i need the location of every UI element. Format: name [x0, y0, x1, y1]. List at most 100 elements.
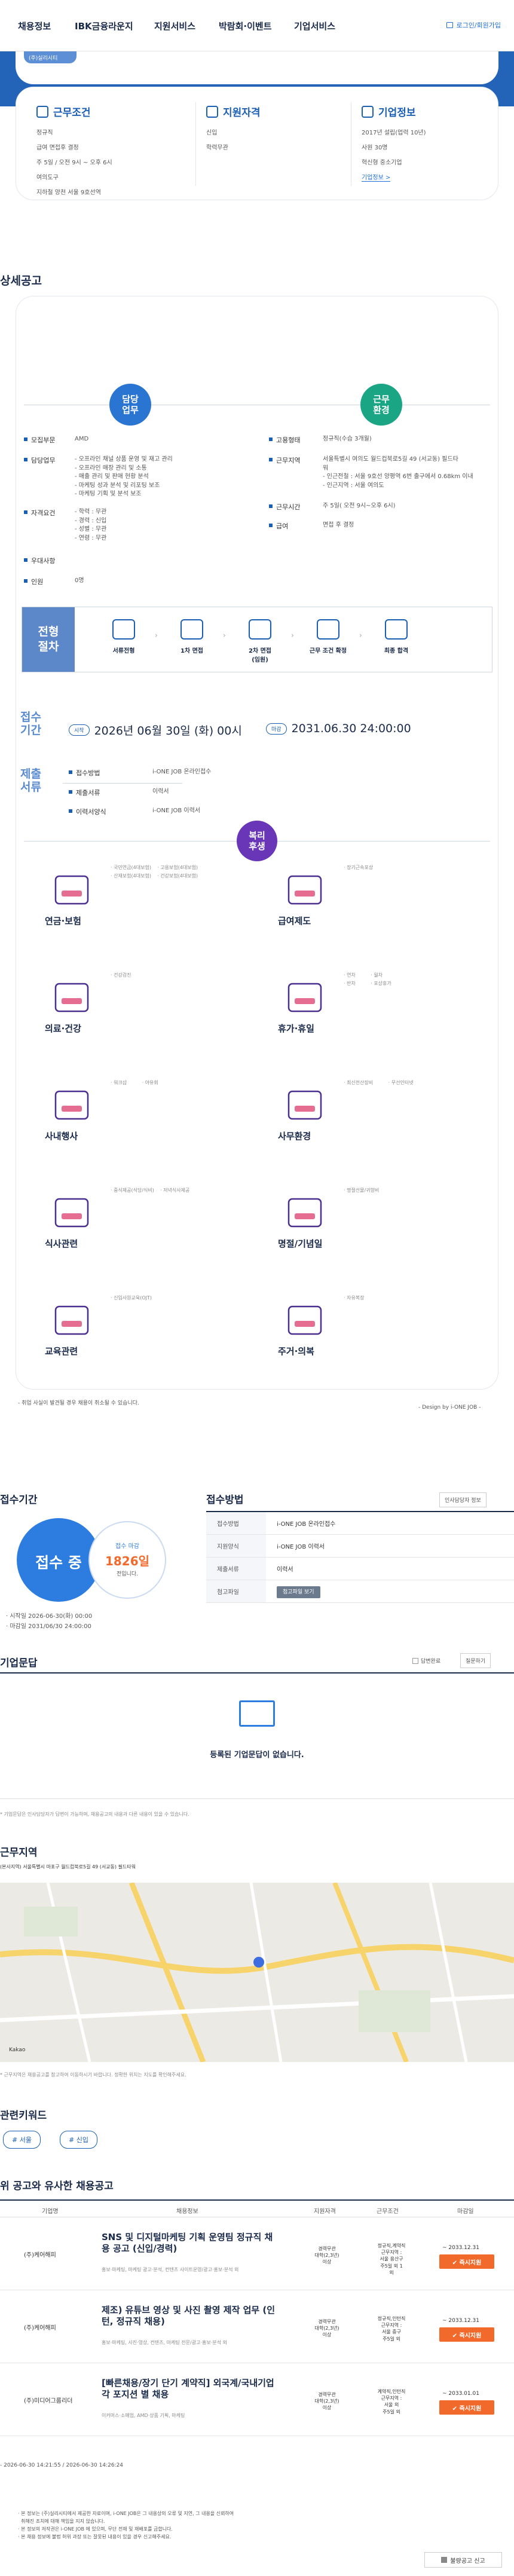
arrow-icon: › [155, 631, 158, 640]
method-row: 제출서류 이력서 [206, 1558, 514, 1580]
job-title[interactable]: SNS 및 디지털마케팅 기획 운영팀 정규직 채용 공고 (신입/경력) [102, 2232, 281, 2254]
value-type: 정규직(수습 3개월) [323, 436, 372, 442]
welfare-circle: 복리 후생 [237, 821, 277, 861]
summary-line: 혁신형 중소기업 [362, 160, 402, 166]
nav-lounge[interactable]: IBK금융라운지 [75, 20, 133, 32]
nav-biz[interactable]: 기업서비스 [294, 20, 335, 32]
map[interactable] [0, 1883, 514, 2062]
value-docs: 이력서 [152, 788, 169, 795]
apply-button[interactable]: ✔ 즉시지원 [439, 2327, 494, 2342]
summary-line: 2017년 설립(업력 10년) [362, 130, 426, 136]
job-company: (주)케어해피 [24, 2252, 56, 2259]
job-row[interactable]: (주)케어해피 제조) 유튜브 영상 및 사진 촬영 제작 업무 (인턴, 정규직… [0, 2292, 514, 2363]
arrow-icon: › [223, 631, 226, 640]
label-method: 접수방법 [69, 768, 100, 778]
footer-note: · 본 정보의 저작권은 i-ONE JOB 에 있으며, 무단 전재 및 재배… [18, 2526, 173, 2532]
company-info-link[interactable]: 기업정보 > [362, 175, 391, 182]
job-qual: 경력무관 대학(2,3년) 이상 [314, 2246, 339, 2265]
answered-check[interactable]: 답변완료 [412, 1657, 440, 1665]
job-cond: 계약직,인턴직 근무지역 : 서울 외 주5일 외 [377, 2389, 406, 2415]
method-row: 지원양식 i-ONE JOB 이력서 [206, 1535, 514, 1558]
hand-icon [317, 619, 339, 640]
welfare-label: 식사관련 [45, 1238, 78, 1249]
summary-line: 주 5일 / 오전 9시 ~ 오후 6시 [36, 160, 112, 166]
summary-line: 지하철 양천 서울 9호선역 [36, 189, 101, 196]
envelope-icon [239, 1700, 275, 1727]
method-title: 접수방법 [206, 1494, 244, 1506]
status-text: 접수 중 [35, 1554, 82, 1571]
people-icon [385, 619, 408, 640]
login-link[interactable]: 로그인/회원가입 [446, 20, 501, 30]
value-hours: 주 5일( 오전 9시~오후 6시) [323, 503, 396, 509]
footer-note: 취해진 조치에 대해 책임을 지지 않습니다. [18, 2519, 105, 2524]
col-deadline: 마감일 [457, 2208, 474, 2215]
summary-line: 신입 [206, 130, 218, 136]
row-value: 이력서 [277, 1567, 293, 1573]
welfare-items: · 최신전산장비 · 무선인터넷 [344, 1080, 414, 1085]
row-key: 접수방법 [206, 1512, 266, 1534]
nav-jobs[interactable]: 채용정보 [18, 20, 51, 32]
end-line: · 마감일 2031/06/30 24:00:00 [6, 1623, 91, 1630]
apply-button[interactable]: ✔ 즉시지원 [439, 2400, 494, 2415]
start-line: · 시작일 2026-06-30(화) 00:00 [6, 1613, 93, 1620]
value-pay: 면접 후 결정 [323, 522, 354, 528]
period-label: 접수 기간 [20, 711, 41, 737]
summary-line: 정규직 [36, 130, 53, 136]
job-sub: 홍보·마케팅, 사진·영상, 컨텐츠, 마케팅 전문/광고·홍보·분석 외 [102, 2340, 227, 2345]
job-company: (주)미디어그룹리더 [24, 2398, 73, 2404]
start-pill: 시작 [69, 724, 90, 736]
hr-info-button[interactable]: 인사담당자 정보 [439, 1492, 487, 1507]
person-icon [206, 105, 218, 118]
summary-company: 기업정보 2017년 설립(업력 10년) 사원 30명 혁신형 중소기업 기업… [362, 104, 426, 182]
qna-empty-box [0, 1674, 514, 1799]
welfare-items: · 중식제공(식당/식비) · 저녁식사제공 [111, 1188, 190, 1193]
detail-title: 상세공고 [0, 274, 42, 287]
header-card [16, 51, 498, 84]
label-docs: 제출서류 [69, 788, 100, 797]
welfare-label: 급여제도 [278, 916, 311, 926]
label-type: 고용형태 [269, 435, 300, 445]
label-count: 인원 [24, 577, 43, 586]
keyword-tag[interactable]: # 서울 [3, 2131, 41, 2149]
ask-button[interactable]: 질문하기 [460, 1653, 491, 1668]
heart-icon [51, 980, 93, 1016]
arrow-icon: › [291, 631, 294, 640]
book-icon [51, 1303, 93, 1339]
summary-line: 여의도구 [36, 175, 59, 181]
job-row[interactable]: (주)미디어그룹리더 [빠른채용/장기 단기 계약직] 외국계/국내기업 각 포지… [0, 2364, 514, 2436]
dday-suffix: 전입니다. [117, 1571, 138, 1577]
attachment-button[interactable]: 첨고파일 보기 [277, 1586, 320, 1598]
welfare-items: · 장기근속포상 [344, 865, 374, 870]
docs-label: 제출 서류 [20, 767, 41, 794]
row-key: 지원양식 [206, 1535, 266, 1557]
nav-expo[interactable]: 박람회·이벤트 [219, 20, 272, 32]
shirt-icon [284, 1303, 326, 1339]
welfare-items: · 건강검진 [111, 972, 131, 978]
job-deadline: ~ 2033.12.31 [442, 2318, 479, 2324]
value-form: i-ONE JOB 이력서 [152, 807, 200, 814]
welfare-items: · 워크샵 · 야유회 [111, 1080, 158, 1085]
row-value: i-ONE JOB 이력서 [277, 1544, 325, 1550]
job-title[interactable]: 제조) 유튜브 영상 및 사진 촬영 제작 업무 (인턴, 정규직 채용) [102, 2305, 281, 2327]
value-qual: - 학력 : 무관 - 경력 : 신입 - 성별 : 무관 - 연령 : 무관 [75, 509, 107, 541]
document-icon [36, 105, 48, 118]
label-form: 이력서양식 [69, 807, 106, 816]
card-icon [284, 873, 326, 908]
footer-note: · 본 정보는 (주)실리시티에서 제공한 자료이며, i-ONE JOB은 그… [18, 2511, 234, 2516]
job-row[interactable]: (주)케어해피 SNS 및 디지털마케팅 기획 운영팀 정규직 채용 공고 (신입… [0, 2219, 514, 2290]
label-pay: 급여 [269, 521, 288, 531]
keyword-tag[interactable]: # 신입 [60, 2131, 97, 2149]
report-button[interactable]: 불량공고 신고 [424, 2552, 502, 2568]
duty-circle: 담당 업무 [109, 384, 151, 426]
end-pill: 마감 [266, 723, 287, 735]
detail-note: - 취업 사실이 발견될 경우 채용이 취소될 수 있습니다. [18, 1400, 139, 1406]
map-scale: Kakao [9, 2047, 26, 2053]
row-key: 제출서류 [206, 1558, 266, 1580]
qna-title: 기업문답 [0, 1657, 38, 1669]
footer-note: · 본 채용 정보에 불법 허위 과장 또는 잘못된 내용이 있을 경우 신고해… [18, 2534, 172, 2540]
job-title[interactable]: [빠른채용/장기 단기 계약직] 외국계/국내기업 각 포지션 별 채용 [102, 2378, 281, 2400]
apply-button[interactable]: ✔ 즉시지원 [439, 2254, 494, 2269]
checkbox-icon [412, 1657, 418, 1664]
nav-support[interactable]: 지원서비스 [154, 20, 195, 32]
top-nav: 채용정보 IBK금융라운지 지원서비스 박람회·이벤트 기업서비스 로그인/회원… [0, 0, 514, 51]
